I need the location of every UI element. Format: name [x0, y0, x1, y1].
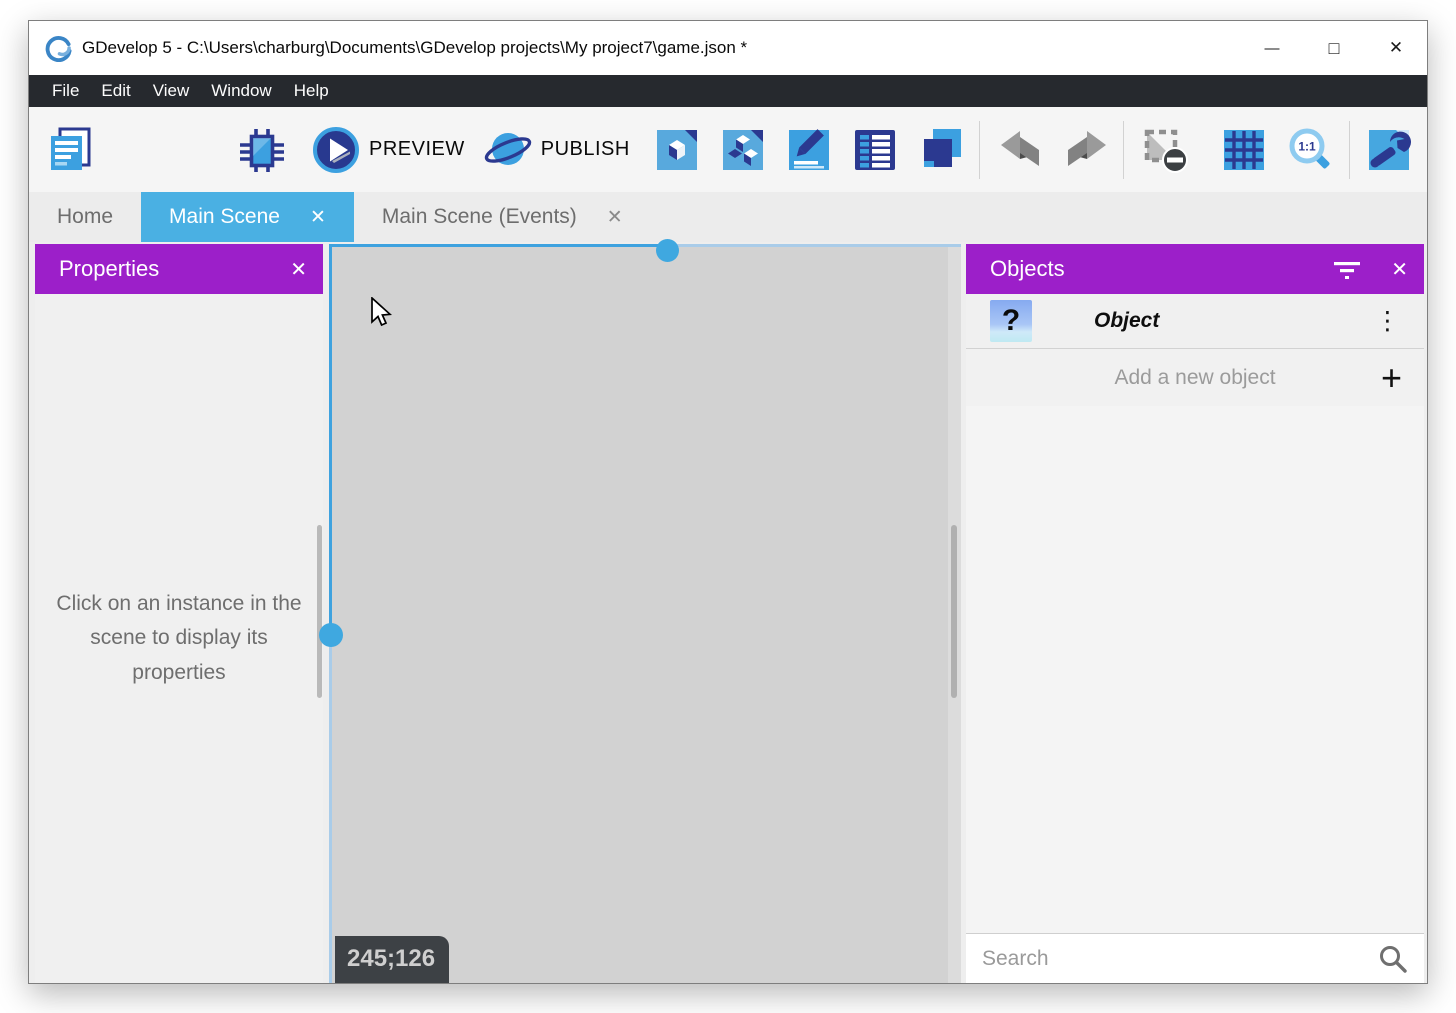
horizontal-splitter[interactable] [667, 244, 961, 247]
menu-file[interactable]: File [41, 81, 90, 101]
canvas-scrollbar[interactable] [951, 525, 957, 698]
kebab-menu-icon[interactable]: ⋮ [1375, 309, 1400, 334]
redo-icon[interactable] [1062, 125, 1112, 175]
cursor-position-badge: 245;126 [335, 936, 449, 983]
search-input[interactable] [982, 947, 1378, 971]
preview-button[interactable]: PREVIEW [369, 138, 465, 161]
objects-list-empty-area [966, 406, 1424, 933]
menu-view[interactable]: View [142, 81, 201, 101]
scene-canvas[interactable]: 245;126 [332, 247, 961, 983]
menu-window[interactable]: Window [200, 81, 282, 101]
properties-empty-message: Click on an instance in the scene to dis… [53, 587, 305, 691]
minimize-icon[interactable]: — [1241, 21, 1303, 75]
tab-main-scene[interactable]: Main Scene ✕ [141, 192, 354, 242]
properties-panel: Properties ✕ Click on an instance in the… [35, 244, 323, 983]
toolbar: PREVIEW PUBLISH [29, 107, 1427, 192]
publish-globe-icon[interactable] [483, 125, 533, 175]
tab-main-scene-label: Main Scene [169, 205, 280, 229]
properties-panel-header: Properties ✕ [35, 244, 323, 294]
search-icon[interactable] [1378, 944, 1408, 974]
build-tools-wrench-icon[interactable] [1364, 125, 1414, 175]
clear-selection-icon[interactable] [1140, 125, 1190, 175]
title-bar: GDevelop 5 - C:\Users\charburg\Documents… [29, 21, 1427, 75]
plus-icon: + [1381, 357, 1402, 399]
close-icon[interactable]: ✕ [1365, 21, 1427, 75]
toolbar-separator [1349, 121, 1350, 179]
grid-icon[interactable] [1219, 125, 1269, 175]
mouse-cursor [370, 297, 394, 329]
filter-icon[interactable] [1333, 259, 1361, 279]
properties-scrollbar[interactable] [317, 525, 322, 698]
preview-play-icon[interactable] [311, 125, 361, 175]
main-area: Properties ✕ Click on an instance in the… [29, 242, 1427, 983]
vertical-splitter[interactable] [329, 244, 332, 635]
properties-panel-title: Properties [59, 256, 159, 282]
objects-cubes-icon[interactable] [718, 125, 768, 175]
publish-button[interactable]: PUBLISH [541, 138, 630, 161]
tab-main-scene-events[interactable]: Main Scene (Events) ✕ [354, 192, 651, 242]
menu-help[interactable]: Help [283, 81, 340, 101]
toolbar-separator [1123, 121, 1124, 179]
objects-panel-header: Objects ✕ [966, 244, 1424, 294]
window-controls: — □ ✕ [1241, 21, 1427, 75]
tab-main-scene-events-label: Main Scene (Events) [382, 205, 577, 229]
splitter-drag-handle[interactable] [656, 239, 679, 262]
toolbar-separator [979, 121, 980, 179]
window-title: GDevelop 5 - C:\Users\charburg\Documents… [82, 38, 747, 58]
maximize-icon[interactable]: □ [1303, 21, 1365, 75]
events-sheet-icon[interactable] [850, 125, 900, 175]
zoom-1-1-icon[interactable]: 1:1 [1286, 125, 1336, 175]
tab-home[interactable]: Home [29, 192, 141, 242]
menu-edit[interactable]: Edit [90, 81, 141, 101]
scene-properties-pencil-icon[interactable] [784, 125, 834, 175]
tab-home-label: Home [57, 205, 113, 229]
scene-edit-icon[interactable] [652, 125, 702, 175]
vertical-splitter[interactable] [329, 635, 332, 983]
object-name: Object [1094, 309, 1159, 333]
add-object-label: Add a new object [1114, 366, 1275, 390]
add-object-button[interactable]: Add a new object + [966, 349, 1424, 406]
app-window: GDevelop 5 - C:\Users\charburg\Documents… [28, 20, 1428, 984]
close-icon[interactable]: ✕ [1391, 257, 1408, 282]
debug-icon[interactable] [237, 125, 287, 175]
layers-icon[interactable] [917, 125, 967, 175]
objects-search-bar [966, 933, 1424, 983]
project-manager-icon[interactable] [45, 125, 95, 175]
close-icon[interactable]: ✕ [290, 257, 307, 282]
svg-text:1:1: 1:1 [1298, 139, 1316, 153]
tab-close-icon[interactable]: ✕ [607, 206, 623, 229]
object-question-icon: ? [990, 300, 1032, 342]
objects-panel-title: Objects [990, 256, 1065, 282]
editor-tab-bar: Home Main Scene ✕ Main Scene (Events) ✕ [29, 192, 1427, 242]
horizontal-splitter[interactable] [332, 244, 667, 247]
gdevelop-logo-icon [45, 35, 72, 62]
splitter-drag-handle[interactable] [319, 623, 343, 647]
tab-close-icon[interactable]: ✕ [310, 206, 326, 229]
properties-panel-body: Click on an instance in the scene to dis… [35, 294, 323, 983]
object-list-item[interactable]: ? Object ⋮ [966, 294, 1424, 349]
objects-panel: Objects ✕ ? Object ⋮ Add a new object + [966, 244, 1424, 983]
menu-bar: File Edit View Window Help [29, 75, 1427, 107]
undo-icon[interactable] [995, 125, 1045, 175]
